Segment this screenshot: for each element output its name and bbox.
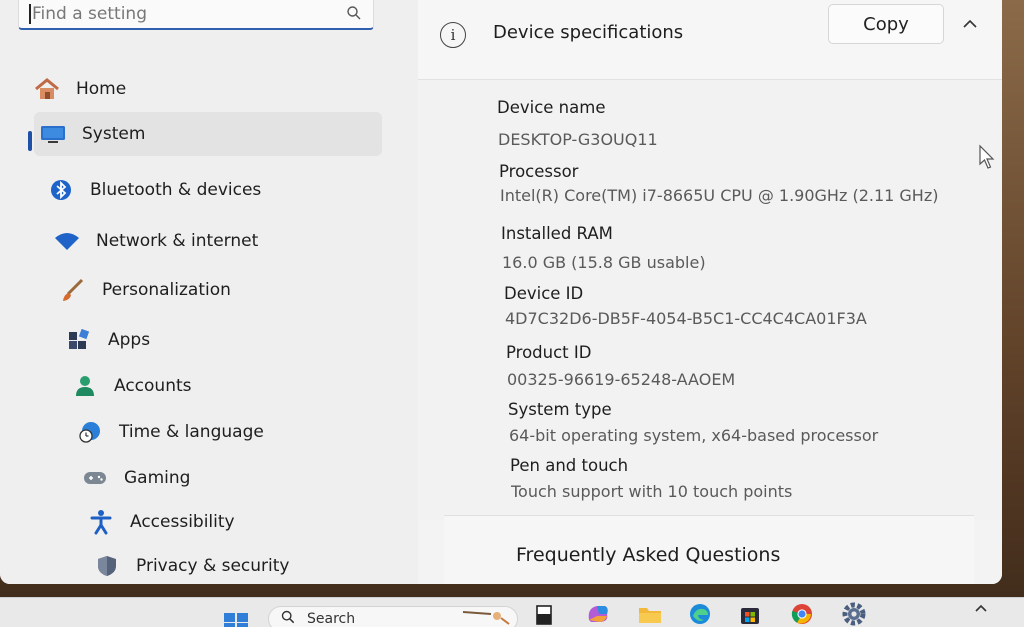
faq-section[interactable]: Frequently Asked Questions xyxy=(444,515,974,584)
spec-label-device-id: Device ID xyxy=(504,284,584,303)
sidebar-item-apps[interactable]: Apps xyxy=(64,318,374,362)
sidebar-item-label: Personalization xyxy=(102,280,231,300)
search-icon xyxy=(281,610,295,627)
sidebar-item-label: Time & language xyxy=(119,422,264,442)
text-caret xyxy=(29,4,31,24)
section-title: Device specifications xyxy=(493,22,684,43)
spec-label-product-id: Product ID xyxy=(506,343,592,362)
sidebar-item-accessibility[interactable]: Accessibility xyxy=(86,500,386,544)
sidebar-item-label: Network & internet xyxy=(96,231,259,251)
info-icon: i xyxy=(440,22,466,48)
sidebar-item-accounts[interactable]: Accounts xyxy=(70,364,370,408)
spec-label-processor: Processor xyxy=(499,162,579,181)
sidebar-item-system[interactable]: System xyxy=(34,112,382,156)
spec-label-device-name: Device name xyxy=(497,98,606,117)
brush-icon xyxy=(58,277,88,303)
sidebar-item-network[interactable]: Network & internet xyxy=(52,219,382,263)
sidebar-item-privacy-security[interactable]: Privacy & security xyxy=(92,544,392,584)
store-icon[interactable] xyxy=(736,600,764,627)
accessibility-icon xyxy=(86,509,116,535)
spec-list: Device name DESKTOP-G3OUQ11 Processor In… xyxy=(418,80,1002,520)
sidebar-item-label: Privacy & security xyxy=(136,556,290,576)
spec-label-installed-ram: Installed RAM xyxy=(501,224,613,243)
taskbar-search[interactable]: Search xyxy=(268,606,518,627)
sidebar-item-label: Bluetooth & devices xyxy=(90,180,262,200)
faq-title: Frequently Asked Questions xyxy=(516,544,781,566)
sidebar-item-personalization[interactable]: Personalization xyxy=(58,268,378,312)
taskbar: Search xyxy=(0,597,1024,627)
settings-icon[interactable] xyxy=(840,600,868,627)
globe-clock-icon xyxy=(75,419,105,445)
taskbar-search-label: Search xyxy=(307,611,356,627)
spec-value-system-type[interactable]: 64-bit operating system, x64-based proce… xyxy=(509,426,878,445)
wifi-icon xyxy=(52,228,82,254)
person-icon xyxy=(70,373,100,399)
spec-value-installed-ram[interactable]: 16.0 GB (15.8 GB usable) xyxy=(502,253,706,272)
chevron-up-icon[interactable] xyxy=(962,14,978,33)
spec-value-processor[interactable]: Intel(R) Core(TM) i7-8665U CPU @ 1.90GHz… xyxy=(500,186,938,205)
spec-value-product-id[interactable]: 00325-96619-65248-AAOEM xyxy=(507,370,735,389)
copy-button[interactable]: Copy xyxy=(828,4,944,44)
chrome-icon[interactable] xyxy=(788,600,816,627)
search-icon[interactable] xyxy=(345,5,363,23)
search-box[interactable] xyxy=(18,0,374,30)
spec-value-device-name[interactable]: DESKTOP-G3OUQ11 xyxy=(498,130,658,149)
spec-value-pen-touch[interactable]: Touch support with 10 touch points xyxy=(511,482,792,501)
spec-value-device-id[interactable]: 4D7C32D6-DB5F-4054-B5C1-CC4C4CA01F3A xyxy=(505,309,867,328)
sidebar-item-label: Accessibility xyxy=(130,512,235,532)
sidebar-item-label: System xyxy=(82,124,146,144)
active-indicator xyxy=(28,131,32,151)
sidebar-item-label: Home xyxy=(76,79,127,99)
shield-icon xyxy=(92,553,122,579)
search-highlight-icon xyxy=(461,608,511,627)
sidebar: Home System Bluetooth & devices Network … xyxy=(0,0,418,584)
bluetooth-icon xyxy=(46,177,76,203)
content-pane: i Device specifications Copy Device name… xyxy=(418,0,1002,584)
sidebar-item-label: Apps xyxy=(108,330,151,350)
chevron-up-icon[interactable] xyxy=(974,602,988,617)
edge-icon[interactable] xyxy=(686,600,714,627)
sidebar-item-gaming[interactable]: Gaming xyxy=(80,456,380,500)
search-input[interactable] xyxy=(32,4,345,24)
start-icon[interactable] xyxy=(222,608,250,627)
sidebar-item-home[interactable]: Home xyxy=(32,67,372,111)
mouse-cursor-icon xyxy=(978,144,996,174)
home-icon xyxy=(32,76,62,102)
monitor-icon xyxy=(38,121,68,147)
file-explorer-icon[interactable] xyxy=(636,600,664,627)
settings-window: Home System Bluetooth & devices Network … xyxy=(0,0,1002,584)
apps-icon xyxy=(64,327,94,353)
device-specifications-header[interactable]: i Device specifications Copy xyxy=(418,0,1002,80)
spec-label-system-type: System type xyxy=(508,400,612,419)
file-icon[interactable] xyxy=(530,600,558,627)
sidebar-item-bluetooth[interactable]: Bluetooth & devices xyxy=(46,168,376,212)
sidebar-item-time-language[interactable]: Time & language xyxy=(75,410,375,454)
copilot-icon[interactable] xyxy=(584,600,612,627)
gamepad-icon xyxy=(80,465,110,491)
spec-label-pen-touch: Pen and touch xyxy=(510,456,629,475)
sidebar-item-label: Accounts xyxy=(114,376,192,396)
sidebar-item-label: Gaming xyxy=(124,468,191,488)
